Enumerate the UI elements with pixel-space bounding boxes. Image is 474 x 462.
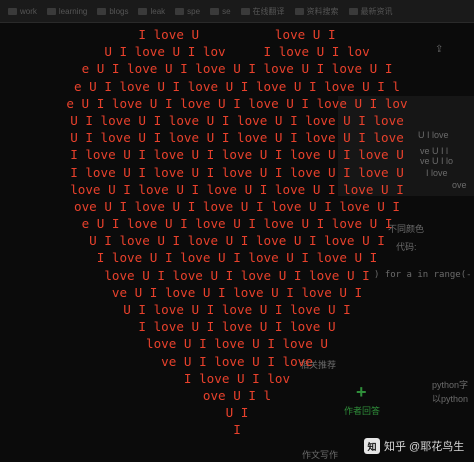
heart-line: I love U I love U I love U I love U I lo… [70, 164, 404, 180]
heart-line: ve U I love U I love [161, 353, 313, 369]
heart-line: U I love U I love U I love U I love U I … [70, 112, 404, 128]
bookmark-item[interactable]: se [210, 7, 231, 16]
bookmarks-bar: work learning blogs leak spe se 在线翻译 资料搜… [0, 0, 474, 23]
heart-line: I love U I love U I love U I love U I [96, 250, 378, 266]
background-text: 作文写作 [302, 450, 339, 460]
folder-icon [138, 7, 148, 15]
heart-line: I love U I lov [183, 370, 291, 386]
bookmark-item[interactable]: spe [175, 7, 200, 16]
bookmark-item[interactable]: work [8, 7, 37, 16]
bookmark-item[interactable]: blogs [97, 7, 128, 16]
bookmark-item[interactable]: 资料搜索 [294, 6, 339, 17]
folder-icon [210, 7, 220, 15]
bookmark-item[interactable]: learning [46, 7, 87, 16]
bookmark-item[interactable]: leak [138, 7, 165, 16]
heart-line: e U I love U I love U I love U I love U … [73, 78, 401, 94]
ascii-heart: I love U love U I U I love U I lov I love… [0, 26, 474, 439]
watermark: 知 知乎 @耶花鸟生 [364, 438, 464, 454]
heart-line: e U I love U I love U I love U I love U … [81, 216, 393, 232]
heart-line: I love U I love U I love U I love U I lo… [70, 147, 404, 163]
heart-line: e U I love U I love U I love U I love U … [66, 95, 408, 111]
heart-line: U I [225, 405, 249, 421]
heart-line: ve U I love U I love U I love U I [111, 284, 363, 300]
heart-line: ove U I love U I love U I love U I love … [73, 198, 401, 214]
heart-line: love U I love U I love U I love U I love… [70, 181, 404, 197]
folder-icon [175, 7, 185, 15]
heart-line: love U I love U I love U [146, 336, 328, 352]
zhihu-logo: 知 [364, 438, 380, 454]
heart-line: U I love U I love U I love U I love U I … [70, 130, 404, 146]
bookmark-item[interactable]: 最新资讯 [348, 6, 393, 17]
folder-icon [348, 7, 358, 15]
folder-icon [97, 7, 107, 15]
heart-line: U I love U I lov I love U I lov [104, 44, 370, 60]
heart-line: e U I love U I love U I love U I love U … [81, 61, 393, 77]
folder-icon [8, 7, 17, 15]
heart-line: I love U love U I [138, 27, 336, 42]
folder-icon [46, 7, 56, 15]
folder-icon [240, 7, 250, 15]
bookmark-item[interactable]: 在线翻译 [240, 6, 285, 17]
heart-line: I [233, 422, 241, 438]
heart-line: I love U I love U I love U [138, 319, 336, 335]
heart-line: love U I love U I love U I love U I [104, 267, 370, 283]
watermark-text: 知乎 @耶花鸟生 [384, 441, 465, 453]
folder-icon [294, 7, 304, 15]
heart-line: U I love U I love U I love U I [123, 302, 351, 317]
heart-line: U I love U I love U I love U I love U I [89, 233, 385, 249]
heart-line: ove U I l [202, 387, 272, 403]
